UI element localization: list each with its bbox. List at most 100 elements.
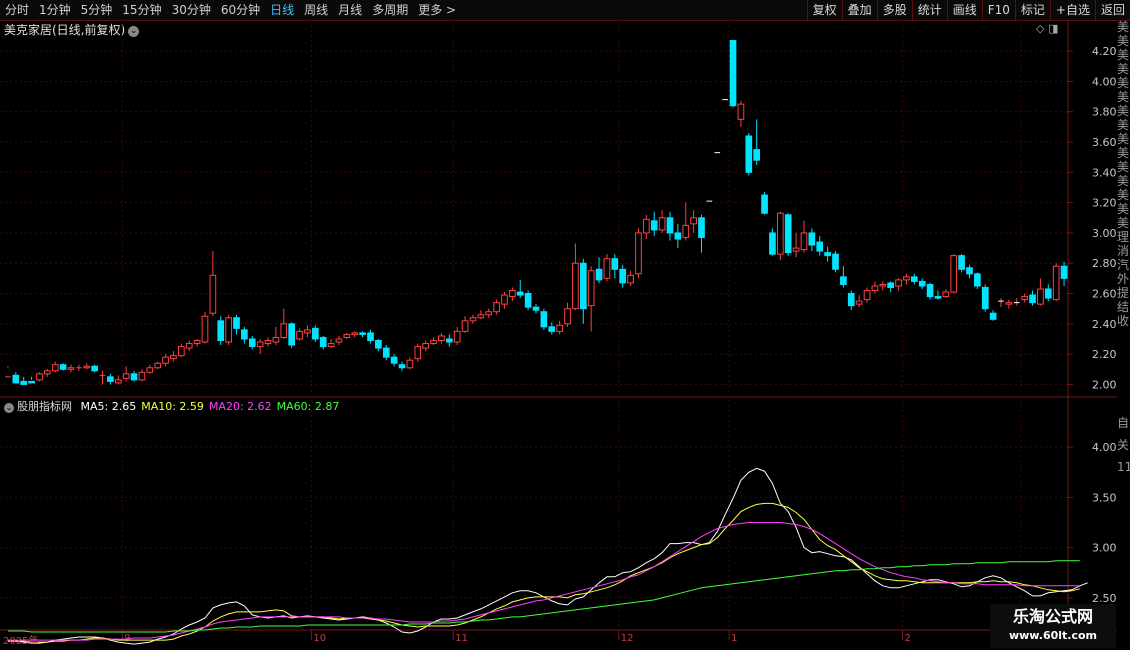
candle-body xyxy=(130,373,138,381)
month-label: 11 xyxy=(455,633,468,644)
candle-body xyxy=(918,280,926,287)
candle-body xyxy=(233,317,240,329)
year-label: 2025年 xyxy=(3,636,39,647)
candle-body xyxy=(855,300,863,305)
candle-body xyxy=(863,290,871,301)
candle-body xyxy=(398,364,406,369)
candle-body xyxy=(209,274,217,314)
candle-body xyxy=(146,367,154,373)
candle-body xyxy=(698,217,705,238)
candle-body xyxy=(926,283,934,298)
candle-body xyxy=(737,103,745,120)
candle-body xyxy=(989,312,997,320)
candle-body xyxy=(816,241,824,252)
candle-body xyxy=(162,356,169,364)
candle-body xyxy=(59,364,67,370)
candle-body xyxy=(1021,296,1028,301)
candle-body xyxy=(556,324,563,332)
candle-body xyxy=(729,40,737,107)
price-tick-label: 2.60 xyxy=(1092,288,1117,301)
candle-body xyxy=(304,329,311,334)
price-tick-label: 2.00 xyxy=(1092,378,1117,391)
candle-body xyxy=(107,376,114,382)
month-label: 12 xyxy=(621,633,634,644)
candle-body xyxy=(776,212,784,255)
candle-body xyxy=(83,365,91,369)
candle-body xyxy=(824,252,831,257)
candle-body xyxy=(974,273,981,287)
ma-legend-item: MA10: 2.59 xyxy=(141,400,204,413)
chevron-down-icon[interactable]: ⌄ xyxy=(4,403,14,413)
price-tick-label: 3.00 xyxy=(1092,227,1117,240)
ma-line-ma20 xyxy=(7,522,1080,641)
candle-body xyxy=(619,268,627,284)
candle-body xyxy=(1037,288,1044,305)
candle-body xyxy=(122,373,130,379)
candle-body xyxy=(20,380,28,385)
candle-body xyxy=(934,296,942,299)
candle-body xyxy=(319,336,327,348)
candle-body xyxy=(280,323,288,338)
candle-body xyxy=(958,255,965,270)
candle-body xyxy=(193,339,201,345)
candle-body xyxy=(1005,302,1013,305)
price-tick-label: 3.40 xyxy=(1092,166,1117,179)
ma-line-ma5 xyxy=(7,467,1088,645)
indicator-title[interactable]: ⌄ 股朋指标网 MA5: 2.65 MA10: 2.59 MA20: 2.62 MA60… xyxy=(4,398,339,414)
candle-body xyxy=(587,270,595,307)
candle-body xyxy=(272,336,280,343)
candle-body xyxy=(170,355,177,360)
candle-body xyxy=(485,311,493,316)
candle-body xyxy=(36,373,43,381)
candle-body xyxy=(564,308,571,325)
candle-body xyxy=(871,285,879,292)
candle-body xyxy=(1044,288,1052,299)
candle-body xyxy=(840,276,847,285)
candle-body xyxy=(217,320,225,341)
candle-body xyxy=(28,380,35,384)
candle-body xyxy=(910,276,918,282)
candle-body xyxy=(185,343,193,349)
ind-tick-label: 2.50 xyxy=(1092,592,1117,605)
candle-body xyxy=(635,232,642,275)
candle-body xyxy=(493,302,500,313)
candle-body xyxy=(666,217,674,234)
candle-body xyxy=(264,339,272,345)
candle-body xyxy=(643,218,650,234)
candle-body xyxy=(792,247,800,252)
candle-body xyxy=(382,347,390,358)
candle-body xyxy=(406,359,414,369)
candle-body xyxy=(67,367,75,370)
month-label: 1 xyxy=(731,633,737,644)
candle-body xyxy=(44,370,51,375)
price-tick-label: 3.20 xyxy=(1092,197,1117,210)
candle-body xyxy=(359,332,366,335)
ma-legend-item: MA5: 2.65 xyxy=(80,400,137,413)
candle-body xyxy=(572,262,579,310)
candle-body xyxy=(501,294,508,305)
indicator-name: 股朋指标网 xyxy=(17,400,72,413)
candle-body xyxy=(225,317,232,343)
kline-chart: 4.20 4.00 3.80 3.60 3.40 3.20 3.00 2.80 2.60 2.40… xyxy=(0,20,1117,645)
candle-body xyxy=(808,232,816,246)
candle-body xyxy=(461,320,469,332)
watermark-url: www.60lt.com xyxy=(1008,629,1098,642)
ma-legend: MA5: 2.65 MA10: 2.59 MA20: 2.62 MA60: 2.87 xyxy=(76,400,340,413)
candle-body xyxy=(690,217,697,225)
candle-body xyxy=(753,149,761,161)
ind-tick-label: 4.00 xyxy=(1092,441,1117,454)
candle-body xyxy=(256,341,264,348)
candle-body xyxy=(51,364,59,372)
candle-body xyxy=(516,291,524,296)
candle-body xyxy=(430,339,437,345)
ma-legend-item: MA20: 2.62 xyxy=(208,400,272,413)
candle-body xyxy=(611,258,619,270)
candle-body xyxy=(311,327,319,340)
month-label: 2 xyxy=(904,633,910,644)
candle-body xyxy=(288,323,296,346)
watermark: 乐淘公式网 www.60lt.com xyxy=(990,604,1116,648)
candle-body xyxy=(966,267,973,275)
candle-body xyxy=(769,232,776,255)
candle-body xyxy=(154,362,162,369)
candle-body xyxy=(91,365,98,372)
